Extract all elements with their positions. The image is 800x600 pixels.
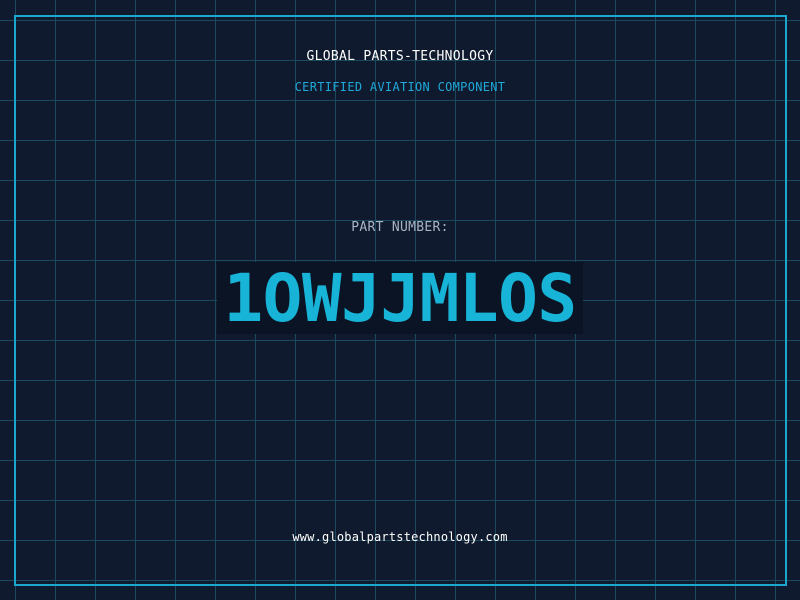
part-number-label: PART NUMBER:	[351, 220, 449, 235]
certification-subtitle: CERTIFIED AVIATION COMPONENT	[294, 80, 506, 94]
part-number-panel: 1OWJJMLOS	[0, 262, 800, 334]
label-card: GLOBAL PARTS-TECHNOLOGY CERTIFIED AVIATI…	[0, 0, 800, 600]
company-name: GLOBAL PARTS-TECHNOLOGY	[306, 49, 494, 64]
website-url: www.globalpartstechnology.com	[292, 530, 508, 544]
part-number-value: 1OWJJMLOS	[217, 262, 583, 334]
